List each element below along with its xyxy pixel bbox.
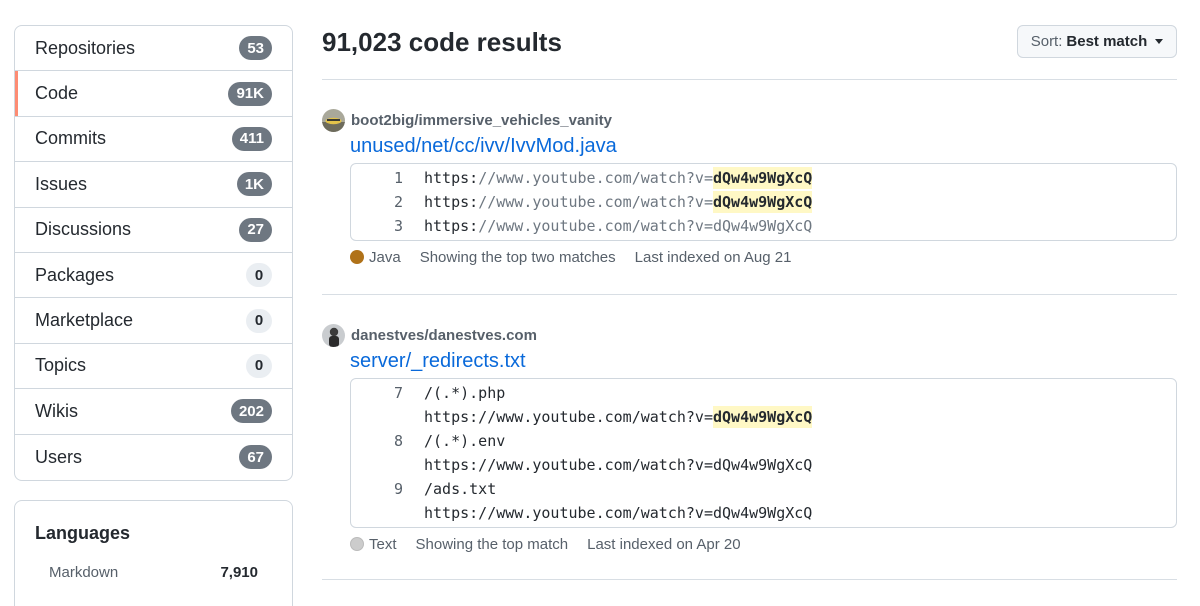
nav-item-label: Topics: [35, 355, 87, 376]
results-count-heading: 91,023 code results: [322, 27, 562, 57]
nav-item-counter: 67: [239, 445, 272, 470]
search-match-highlight: dQw4w9WgXcQ: [712, 406, 813, 428]
nav-item-label: Users: [35, 446, 83, 467]
language-count: 7,910: [220, 564, 258, 581]
languages-panel: Languages Markdown 7,910: [14, 500, 293, 606]
line-number[interactable]: 3: [351, 217, 403, 235]
repo-owner-avatar[interactable]: [322, 323, 345, 347]
language-name: Markdown: [49, 564, 119, 581]
code-line: 7 /(.*).php: [351, 381, 1176, 405]
nav-item-discussions[interactable]: Discussions 27: [15, 208, 292, 253]
last-indexed: Last indexed on Aug 21: [634, 248, 792, 266]
caret-down-icon: [1155, 39, 1164, 44]
nav-item-counter: 0: [246, 353, 272, 378]
code-text: https://www.youtube.com/watch?v=dQw4w9Wg…: [424, 504, 813, 522]
code-text: //www.youtube.com/watch?v=dQw4w9WgXcQ: [478, 217, 813, 235]
code-line: 2 https://www.youtube.com/watch?v=dQw4w9…: [351, 190, 1176, 214]
nav-item-counter: 0: [246, 263, 272, 288]
sort-dropdown-button[interactable]: Sort: Best match: [1017, 25, 1177, 58]
divider: [322, 579, 1177, 580]
nav-item-counter: 1K: [236, 172, 272, 197]
code-line: https://www.youtube.com/watch?v=dQw4w9Wg…: [351, 453, 1176, 477]
language-label: Java: [369, 248, 401, 266]
nav-item-label: Wikis: [35, 400, 78, 421]
code-text: //www.youtube.com/watch?v=: [478, 193, 713, 211]
result-meta: Java Showing the top two matches Last in…: [350, 247, 1177, 267]
nav-item-counter: 91K: [228, 81, 272, 106]
code-line: 8 /(.*).env: [351, 429, 1176, 453]
nav-item-label: Commits: [35, 128, 106, 149]
repo-link[interactable]: danestves/danestves.com: [351, 327, 537, 344]
line-number[interactable]: 1: [351, 169, 403, 187]
nav-item-label: Discussions: [35, 219, 132, 240]
divider: [322, 294, 1177, 295]
code-snippet: 1 https://www.youtube.com/watch?v=dQw4w9…: [350, 163, 1177, 241]
nav-item-topics[interactable]: Topics 0: [15, 344, 292, 390]
code-line: https://www.youtube.com/watch?v=dQw4w9Wg…: [351, 405, 1176, 429]
code-line: 9 /ads.txt: [351, 477, 1176, 501]
code-result: boot2big/immersive_vehicles_vanity unuse…: [322, 108, 1177, 267]
sort-value: Best match: [1066, 33, 1148, 50]
nav-item-label: Marketplace: [35, 310, 134, 331]
nav-item-marketplace[interactable]: Marketplace 0: [15, 298, 292, 344]
file-path-link[interactable]: unused/net/cc/ivv/IvvMod.java: [350, 135, 1177, 158]
nav-item-repositories[interactable]: Repositories 53: [15, 26, 292, 72]
language-color-dot: [350, 537, 364, 551]
nav-item-commits[interactable]: Commits 411: [15, 117, 292, 163]
nav-item-label: Packages: [35, 264, 115, 285]
nav-item-code[interactable]: Code 91K: [15, 71, 292, 117]
search-type-nav: Repositories 53 Code 91K Commits 411 Iss…: [14, 25, 293, 481]
line-number[interactable]: 8: [351, 432, 403, 450]
repo-owner-avatar[interactable]: [322, 108, 345, 132]
divider: [322, 79, 1177, 80]
nav-item-counter: 53: [239, 36, 272, 61]
nav-item-label: Repositories: [35, 37, 136, 58]
code-text: https://www.youtube.com/watch?v=: [424, 408, 713, 426]
matches-info: Showing the top two matches: [419, 248, 616, 266]
language-color-dot: [350, 250, 364, 264]
nav-item-counter: 0: [246, 308, 272, 333]
code-text: https:: [424, 217, 479, 235]
code-text: https://www.youtube.com/watch?v=dQw4w9Wg…: [424, 456, 813, 474]
nav-item-issues[interactable]: Issues 1K: [15, 162, 292, 208]
last-indexed: Last indexed on Apr 20: [587, 535, 741, 553]
nav-item-counter: 27: [239, 217, 272, 242]
code-snippet: 7 /(.*).php https://www.youtube.com/watc…: [350, 378, 1177, 528]
search-match-highlight: dQw4w9WgXcQ: [713, 191, 813, 213]
nav-item-users[interactable]: Users 67: [15, 435, 292, 480]
language-filter-markdown[interactable]: Markdown 7,910: [49, 564, 258, 581]
language-label: Text: [369, 535, 397, 553]
nav-item-counter: 202: [230, 399, 272, 424]
repo-link[interactable]: boot2big/immersive_vehicles_vanity: [351, 112, 612, 129]
file-path-link[interactable]: server/_redirects.txt: [350, 350, 1177, 373]
nav-item-packages[interactable]: Packages 0: [15, 253, 292, 299]
code-line: 3 https://www.youtube.com/watch?v=dQw4w9…: [351, 214, 1176, 238]
line-number[interactable]: 7: [351, 384, 403, 402]
line-number[interactable]: 9: [351, 480, 403, 498]
nav-item-label: Code: [35, 83, 79, 104]
code-text: /(.*).php: [424, 384, 506, 402]
language-tag: Text: [350, 536, 397, 553]
nav-item-label: Issues: [35, 173, 88, 194]
sort-label: Sort:: [1030, 33, 1063, 50]
code-line: https://www.youtube.com/watch?v=dQw4w9Wg…: [351, 501, 1176, 525]
nav-item-wikis[interactable]: Wikis 202: [15, 389, 292, 435]
matches-info: Showing the top match: [415, 535, 569, 553]
line-number[interactable]: 2: [351, 193, 403, 211]
code-text: https:: [424, 169, 479, 187]
code-text: https:: [424, 193, 479, 211]
code-line: 1 https://www.youtube.com/watch?v=dQw4w9…: [351, 166, 1176, 190]
code-result: danestves/danestves.com server/_redirect…: [322, 323, 1177, 554]
languages-title: Languages: [35, 523, 131, 543]
result-meta: Text Showing the top match Last indexed …: [350, 534, 1177, 554]
code-text: /ads.txt: [424, 480, 497, 498]
code-text: /(.*).env: [424, 432, 506, 450]
code-text: //www.youtube.com/watch?v=: [478, 169, 713, 187]
language-tag: Java: [350, 249, 401, 266]
search-match-highlight: dQw4w9WgXcQ: [713, 167, 813, 189]
nav-item-counter: 411: [231, 126, 272, 151]
